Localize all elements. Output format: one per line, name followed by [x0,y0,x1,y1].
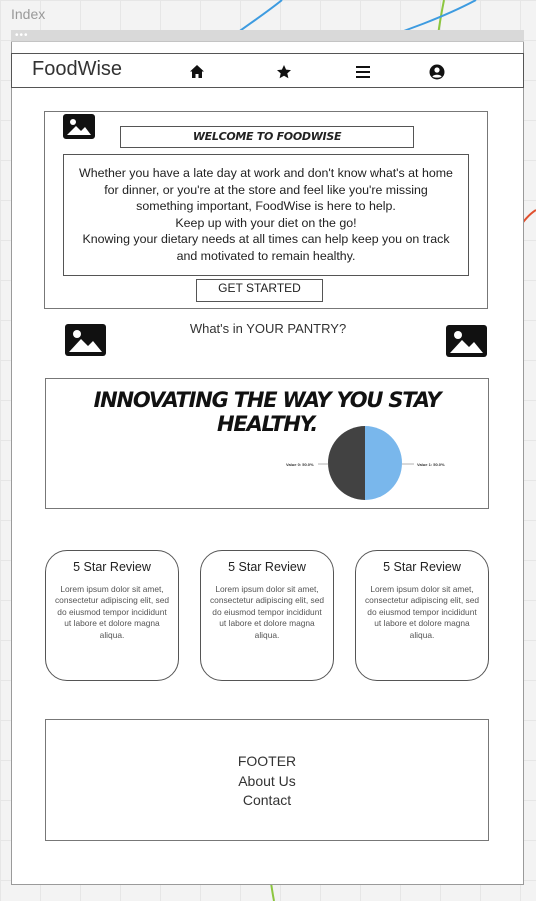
browser-titlebar [11,30,524,42]
page-label: Index [11,6,46,22]
menu-icon[interactable] [352,61,374,83]
footer: FOOTER About Us Contact [45,719,489,841]
review-title: 5 Star Review [383,560,461,574]
review-body: Lorem ipsum dolor sit amet, consectetur … [54,584,170,640]
intro-line: and motivated to remain healthy. [176,248,356,263]
pie-slice-value-1 [365,426,402,500]
home-icon[interactable] [186,61,208,83]
review-body: Lorem ipsum dolor sit amet, consectetur … [209,584,325,640]
pie-chart [318,426,414,500]
intro-line: Knowing your dietary needs at all times … [82,232,450,246]
review-card: 5 Star Review Lorem ipsum dolor sit amet… [200,550,334,681]
review-card: 5 Star Review Lorem ipsum dolor sit amet… [45,550,179,681]
footer-link-contact[interactable]: Contact [46,791,488,811]
review-title: 5 Star Review [228,560,306,574]
footer-label: FOOTER [237,753,297,769]
pie-label-value-1: Value 1: 50.0% [417,462,445,467]
get-started-button[interactable]: GET STARTED [196,279,323,302]
intro-line: something important, FoodWise is here to… [136,199,396,213]
brand-logo[interactable]: FoodWise [32,58,122,81]
image-placeholder-icon [63,114,95,144]
pie-slice-value-0 [328,426,365,500]
intro-line: for dinner, or you're at the store and f… [104,182,428,197]
star-icon[interactable] [273,61,295,83]
image-placeholder-icon [445,324,488,363]
pie-label-value-0: Value 0: 50.0% [286,462,314,467]
window-dots: ••• [15,30,29,41]
hero-intro-text: Whether you have a late day at work and … [63,154,469,276]
review-title: 5 Star Review [73,560,151,574]
review-body: Lorem ipsum dolor sit amet, consectetur … [364,584,480,640]
user-icon[interactable] [426,61,448,83]
footer-link-about[interactable]: About Us [46,772,488,792]
intro-line: Keep up with your diet on the go! [175,215,357,230]
hero-title: WELCOME TO FOODWISE [120,126,414,148]
review-card: 5 Star Review Lorem ipsum dolor sit amet… [355,550,489,681]
intro-line: Whether you have a late day at work and … [79,166,453,180]
